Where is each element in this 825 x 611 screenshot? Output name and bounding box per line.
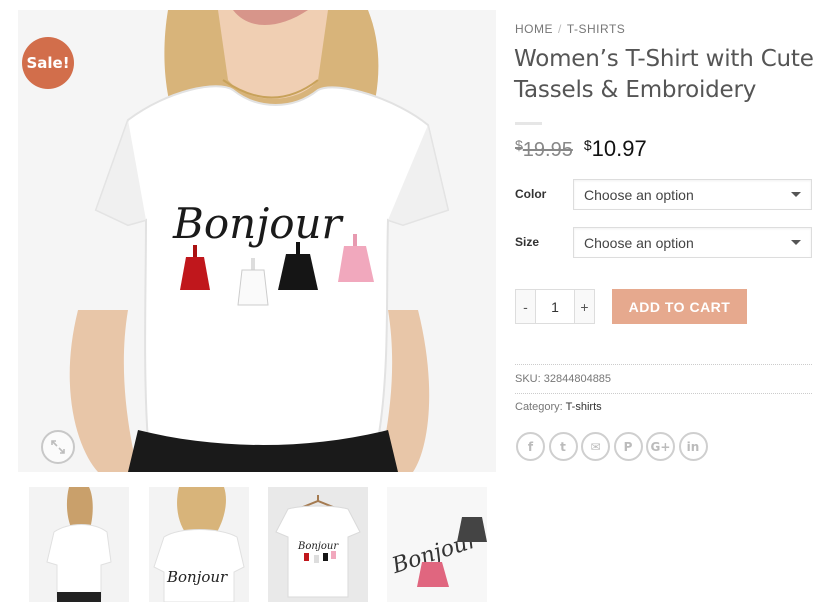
google-plus-icon[interactable]: G+ — [646, 432, 675, 461]
breadcrumb-separator: / — [558, 22, 562, 36]
quantity-increase-button[interactable]: + — [574, 289, 595, 324]
embroidery-text: Bonjour — [172, 199, 345, 248]
sku: SKU: 32844804885 — [515, 373, 612, 385]
thumbnail-front[interactable]: Bonjour — [149, 487, 249, 602]
divider — [515, 393, 812, 394]
quantity-stepper: - 1 + — [515, 289, 595, 324]
title-divider — [515, 122, 542, 125]
size-label: Size — [515, 235, 540, 249]
sale-badge: Sale! — [22, 37, 74, 89]
quantity-decrease-button[interactable]: - — [515, 289, 536, 324]
thumbnail-back[interactable] — [29, 487, 129, 602]
thumbnail-hanger[interactable]: Bonjour — [268, 487, 368, 602]
divider — [515, 364, 812, 365]
breadcrumb: HOME / T-SHIRTS — [515, 22, 625, 36]
category-link[interactable]: T-shirts — [566, 401, 602, 413]
facebook-icon[interactable]: f — [516, 432, 545, 461]
linkedin-icon[interactable]: in — [678, 432, 708, 461]
chevron-down-icon — [791, 240, 801, 245]
category: Category: T-shirts — [515, 401, 602, 413]
twitter-icon[interactable]: t — [548, 432, 578, 461]
product-title: Women’s T-Shirt with Cute Tassels & Embr… — [514, 46, 814, 103]
share-icons: f t ✉ P G+ in — [516, 432, 711, 461]
sale-price: $10.97 — [583, 136, 647, 161]
old-price: $19.95 — [515, 137, 573, 161]
svg-text:Bonjour: Bonjour — [297, 541, 339, 552]
color-label: Color — [515, 187, 547, 201]
product-main-image[interactable]: Bonjour — [18, 10, 496, 472]
breadcrumb-home[interactable]: HOME — [515, 22, 553, 36]
color-select[interactable]: Choose an option — [573, 179, 812, 210]
breadcrumb-category[interactable]: T-SHIRTS — [567, 22, 625, 36]
quantity-input[interactable]: 1 — [536, 289, 574, 324]
add-to-cart-button[interactable]: ADD TO CART — [612, 289, 747, 324]
zoom-icon[interactable] — [41, 430, 75, 464]
pinterest-icon[interactable]: P — [613, 432, 643, 461]
thumbnail-detail[interactable]: Bonjour — [387, 487, 487, 602]
email-icon[interactable]: ✉ — [581, 432, 610, 461]
size-select[interactable]: Choose an option — [573, 227, 812, 258]
price: $19.95 $10.97 — [515, 136, 647, 162]
chevron-down-icon — [791, 192, 801, 197]
svg-text:Bonjour: Bonjour — [166, 568, 228, 586]
